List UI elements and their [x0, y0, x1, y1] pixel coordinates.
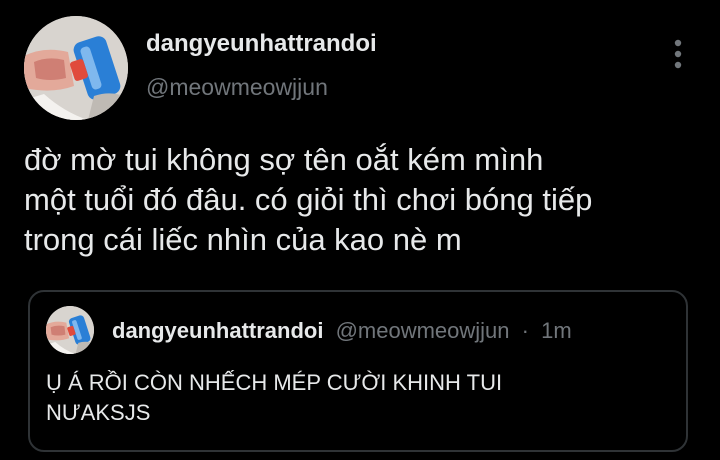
quoted-author-display-name[interactable]: dangyeunhattrandoi: [112, 318, 323, 343]
more-options-button[interactable]: [664, 36, 692, 72]
quoted-tweet-header: dangyeunhattrandoi @meowmeowjjun · 1m: [112, 318, 572, 344]
tweet-screen: dangyeunhattrandoi @meowmeowjjun đờ mờ t…: [0, 0, 720, 460]
quoted-tweet-timestamp[interactable]: 1m: [541, 318, 572, 343]
quoted-author-avatar[interactable]: [46, 306, 94, 354]
author-avatar[interactable]: [24, 16, 128, 120]
separator-dot: ·: [521, 318, 529, 343]
author-display-name[interactable]: dangyeunhattrandoi: [146, 30, 377, 58]
tweet-text: đờ mờ tui không sợ tên oắt kém mình một …: [24, 142, 593, 257]
quoted-author-handle[interactable]: @meowmeowjjun: [336, 318, 510, 343]
author-handle[interactable]: @meowmeowjjun: [146, 74, 328, 101]
quoted-tweet-card[interactable]: dangyeunhattrandoi @meowmeowjjun · 1m Ụ …: [28, 290, 688, 452]
quoted-tweet-text: Ụ Á RỒI CÒN NHẾCH MÉP CƯỜI KHINH TUI NƯA…: [46, 370, 503, 425]
avatar-photo-icon: [24, 16, 128, 120]
avatar-photo-icon: [46, 306, 94, 354]
more-vertical-icon: [674, 39, 682, 69]
